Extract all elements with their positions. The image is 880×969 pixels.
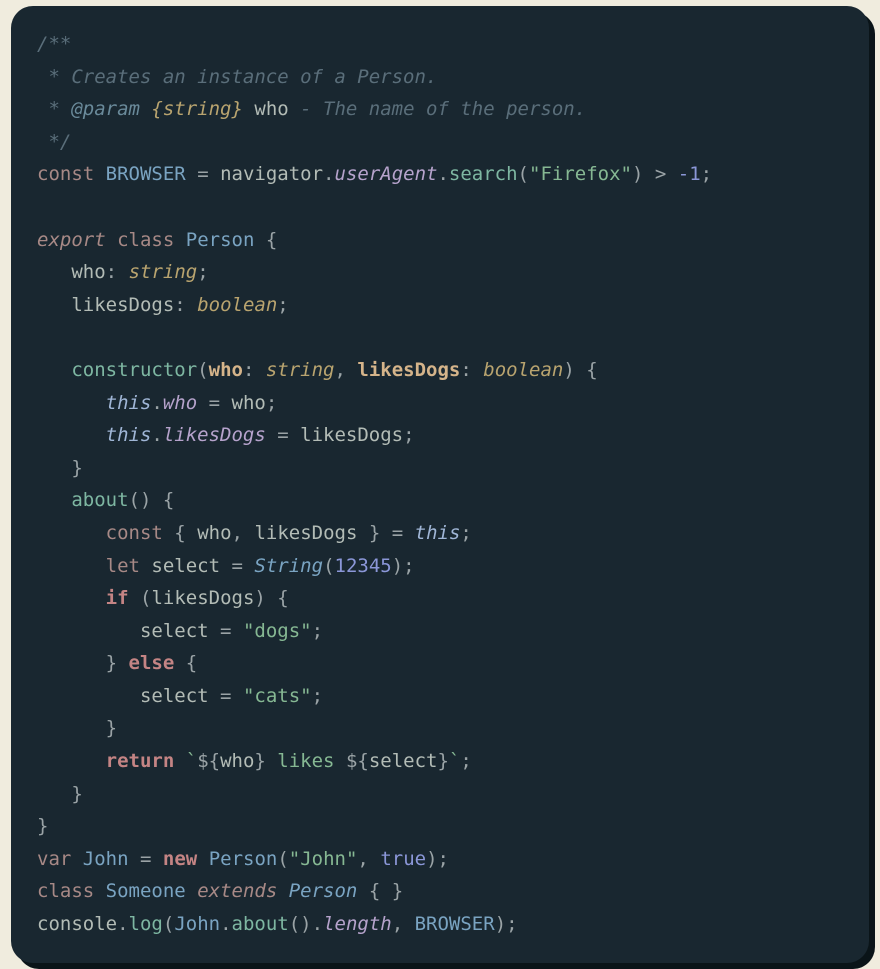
- jsdoc-param: who: [254, 98, 288, 120]
- kw-export: export: [37, 229, 106, 251]
- code-block: /** * Creates an instance of a Person. *…: [37, 28, 869, 941]
- method-about: about: [71, 489, 128, 511]
- jsdoc-tag: @param: [71, 98, 140, 120]
- jsdoc-open: /**: [37, 33, 71, 55]
- jsdoc-close: */: [37, 131, 71, 153]
- kw-const: const: [37, 163, 94, 185]
- code-editor-panel: /** * Creates an instance of a Person. *…: [11, 6, 869, 963]
- jsdoc-desc: - The name of the person.: [300, 98, 586, 120]
- kw-class: class: [117, 229, 174, 251]
- method-constructor: constructor: [71, 359, 197, 381]
- jsdoc-line1: * Creates an instance of a Person.: [37, 66, 437, 88]
- jsdoc-type: {string}: [151, 98, 243, 120]
- class-person: Person: [186, 229, 255, 251]
- ident-browser: BROWSER: [106, 163, 186, 185]
